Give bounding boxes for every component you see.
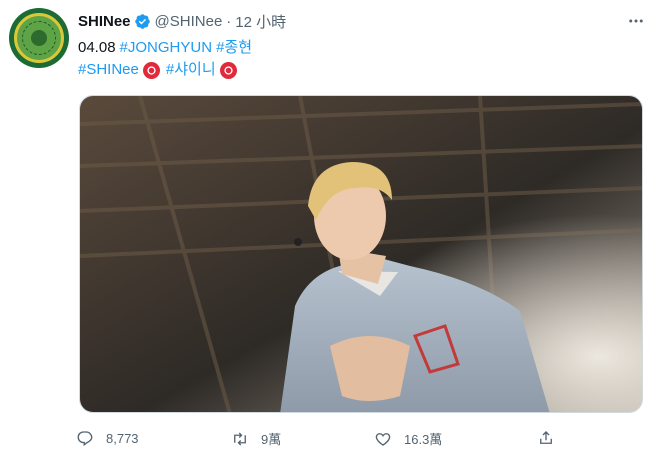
reply-icon — [77, 431, 93, 447]
retweet-icon — [234, 432, 246, 445]
tweet-timestamp[interactable]: 12 小時 — [235, 11, 286, 32]
hashtag-link[interactable]: #JONGHYUN — [120, 37, 213, 59]
avatar[interactable] — [9, 8, 69, 68]
tweet-card[interactable]: SHINee @SHINee · 12 小時 04.08 #JONGHYUN #… — [0, 0, 659, 456]
hashtag-emoji-icon — [142, 61, 160, 79]
tweet-actions: 8,773 9萬 16.3萬 — [76, 429, 556, 449]
hashtag-link[interactable]: #종현 — [216, 37, 252, 59]
like-button[interactable]: 16.3萬 — [374, 429, 442, 448]
share-icon — [540, 431, 552, 444]
share-button[interactable] — [537, 429, 555, 447]
like-icon — [375, 432, 391, 446]
reply-button[interactable]: 8,773 — [76, 429, 139, 447]
author-name[interactable]: SHINee — [78, 13, 131, 30]
retweet-count: 9萬 — [261, 432, 282, 447]
tweet-text-line-2: #SHINee #샤이니 — [78, 59, 256, 81]
reply-count: 8,773 — [106, 430, 139, 446]
tweet-photo[interactable] — [79, 95, 643, 413]
tweet-text: 04.08 #JONGHYUN #종현 #SHINee #샤이니 — [78, 37, 256, 81]
more-options-icon[interactable] — [625, 10, 647, 32]
hashtag-link[interactable]: #샤이니 — [166, 59, 216, 81]
author-handle[interactable]: @SHINee — [155, 13, 223, 30]
like-count: 16.3萬 — [404, 432, 443, 447]
retweet-button[interactable]: 9萬 — [231, 429, 281, 448]
hashtag-link[interactable]: #SHINee — [78, 59, 139, 81]
tweet-text-line-1: 04.08 #JONGHYUN #종현 — [78, 37, 256, 59]
tweet-header: SHINee @SHINee · 12 小時 — [78, 11, 286, 31]
separator-dot: · — [226, 12, 232, 30]
hashtag-emoji-icon — [219, 61, 237, 79]
concert-photo — [80, 96, 642, 412]
tweet-date-text: 04.08 — [78, 39, 116, 56]
avatar-emblem — [14, 13, 64, 63]
verified-badge-icon — [134, 13, 151, 30]
